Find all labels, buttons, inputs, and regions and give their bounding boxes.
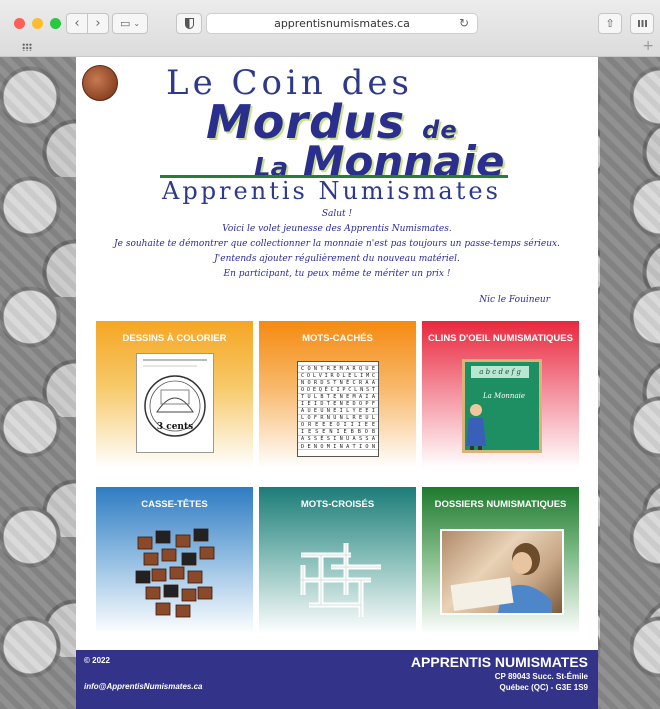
board-strip: a b c d e f g [471, 366, 529, 378]
url-text: apprentisnumismates.ca [274, 17, 410, 30]
word-search-image: C O N T R E M A R Q U E C O L V I R O L … [297, 361, 379, 457]
svg-text:I E I D T E N E D O P F: I E I D T E N E D O P F [301, 401, 375, 407]
svg-text:C O L V I R O L E L I M C: C O L V I R O L E L I M C [301, 373, 375, 379]
tile-title: CASSE-TÊTES [141, 499, 208, 510]
svg-text:O R E E E O I I I E E: O R E E E O I I I E E [301, 422, 375, 428]
svg-text:A U E U N E I L Y E E I: A U E U N E I L Y E E I [301, 408, 375, 414]
tile-title: DESSINS À COLORIER [122, 333, 227, 344]
crossword-grid-image [300, 543, 381, 617]
intro-line: Salut ! [321, 209, 353, 219]
site-footer: © 2022 info@ApprentisNumismates.ca APPRE… [76, 650, 598, 709]
page-content: Le Coin des Mordus de La Monnaie Apprent… [76, 57, 598, 709]
window-controls [14, 18, 61, 29]
apps-icon[interactable] [22, 43, 32, 51]
forward-icon[interactable]: › [88, 13, 109, 34]
tile-coloring[interactable]: DESSINS À COLORIER 3 cents [96, 321, 253, 468]
tile-title: MOTS-CACHÉS [302, 333, 373, 344]
tile-title: MOTS-CROISÉS [300, 499, 375, 510]
tile-title: DOSSIERS NUMISMATIQUES [434, 499, 567, 510]
footer-address-line-2: Québec (QC) - G3E 1S9 [499, 683, 588, 692]
share-icon[interactable]: ⇧ [598, 13, 622, 34]
reload-icon[interactable]: ↻ [459, 16, 469, 30]
site-header: Le Coin des Mordus de La Monnaie Apprent… [76, 57, 598, 205]
svg-text:A S S É S I N U A S S A: A S S É S I N U A S S A [301, 434, 376, 442]
shield-icon[interactable] [176, 13, 202, 34]
signature: Nic le Fouineur [479, 295, 550, 305]
svg-text:C O N T R E M A R Q U E: C O N T R E M A R Q U E [301, 366, 375, 372]
tile-numismatic-files[interactable]: DOSSIERS NUMISMATIQUES [422, 487, 579, 634]
child-studying-photo [440, 529, 564, 615]
svg-text:O O E Q É C I P C L N S T: O O E Q É C I P C L N S T [301, 385, 375, 393]
nav-buttons: ‹ › [66, 13, 109, 34]
copyright: © 2022 [84, 656, 110, 665]
svg-text:T U L B T E N E M A I A: T U L B T E N E M A I A [301, 394, 376, 400]
intro-line: En participant, tu peux même te mériter … [223, 269, 451, 279]
footer-org-name: APPRENTIS NUMISMATES [410, 654, 588, 670]
intro-line: J'entends ajouter régulièrement du nouve… [214, 254, 460, 264]
back-icon[interactable]: ‹ [66, 13, 88, 34]
intro-line: Je souhaite te démontrer que collectionn… [114, 239, 560, 249]
teacher-figure-icon [466, 404, 486, 450]
coloring-page-image: 3 cents [136, 353, 214, 453]
tile-title: CLINS D'OEIL NUMISMATIQUES [428, 333, 573, 344]
board-text: La Monnaie [483, 392, 525, 400]
chalkboard-image: a b c d e f g La Monnaie [462, 359, 542, 453]
intro-line: Voici le volet jeunesse des Apprentis Nu… [222, 224, 452, 234]
plus-icon[interactable]: + [642, 38, 654, 54]
puzzle-pieces-image [135, 528, 215, 618]
logo-line-4: Apprentis Numismates [162, 177, 501, 205]
svg-text:D E N O M I N A T I O N: D E N O M I N A T I O N [301, 444, 375, 450]
browser-toolbar: ‹ › ▭ ⌄ apprentisnumismates.ca ↻ ⇧ + [0, 0, 660, 57]
tile-word-search[interactable]: MOTS-CACHÉS C O N T R E M A R Q U E C O … [259, 321, 416, 468]
email-link[interactable]: info@ApprentisNumismates.ca [84, 682, 203, 691]
tile-numismatic-winks[interactable]: CLINS D'OEIL NUMISMATIQUES a b c d e f g… [422, 321, 579, 468]
svg-text:L O F R N U N L R E U L: L O F R N U N L R E U L [301, 415, 375, 421]
svg-text:N O R D S T N É C R A A: N O R D S T N É C R A A [301, 378, 376, 386]
footer-address-line-1: CP 89043 Succ. St-Émile [494, 672, 588, 681]
coin-icon [82, 65, 118, 101]
intro-text: Salut ! Voici le volet jeunesse des Appr… [76, 207, 598, 282]
address-bar[interactable]: apprentisnumismates.ca ↻ [206, 13, 478, 34]
sidebar-icon[interactable]: ▭ ⌄ [112, 13, 148, 34]
zoom-window-button[interactable] [50, 18, 61, 29]
svg-text:I E S E N I E B B O B: I E S E N I E B B O B [301, 429, 375, 435]
minimize-window-button[interactable] [32, 18, 43, 29]
tile-crosswords[interactable]: MOTS-CROISÉS [259, 487, 416, 634]
close-window-button[interactable] [14, 18, 25, 29]
coin-caption: 3 cents [156, 422, 194, 432]
tile-puzzles[interactable]: CASSE-TÊTES [96, 487, 253, 634]
tabs-icon[interactable] [630, 13, 654, 34]
favorites-bar: + [0, 38, 660, 56]
